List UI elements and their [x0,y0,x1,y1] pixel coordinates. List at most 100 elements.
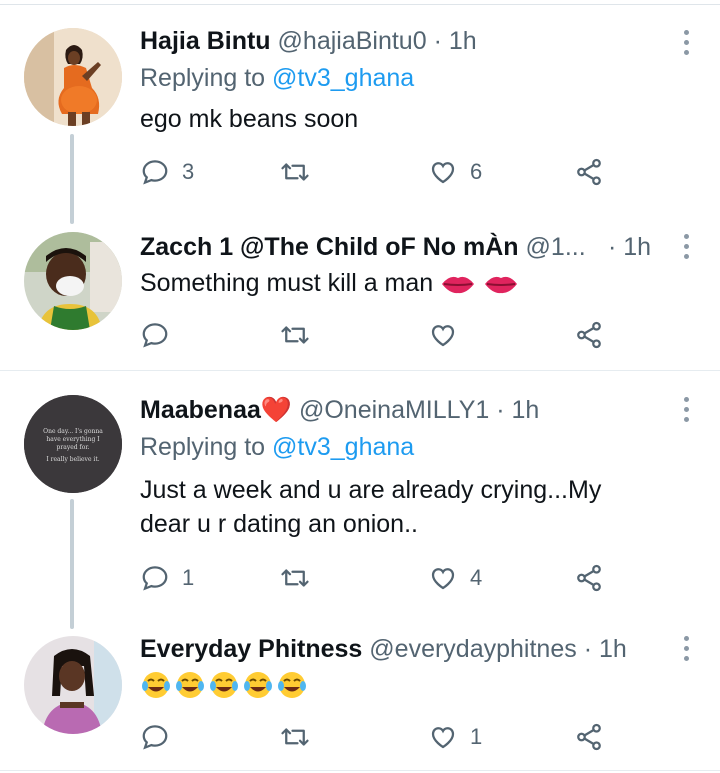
user-handle[interactable]: @hajiaBintu0 [278,27,427,55]
user-handle[interactable]: @OneinaMILLY1 [299,396,489,424]
heart-icon [431,162,455,184]
avatar[interactable] [24,28,122,126]
tweet-zacch[interactable]: Zacch 1 @The Child oF No mÀn @1... · 1h … [0,220,720,370]
lips-emoji [485,277,518,294]
share-button[interactable] [574,561,604,595]
more-options-icon[interactable] [682,397,690,422]
replying-to-label: Replying to [140,64,273,92]
timestamp[interactable]: 1h [599,635,627,663]
share-icon [577,564,601,592]
like-count: 1 [470,724,483,749]
tweet-header: Zacch 1 @The Child oF No mÀn @1... [140,232,586,262]
tweet-actions: 1 [140,720,620,754]
timestamp[interactable]: 1h [623,233,651,261]
user-handle[interactable]: @1... [526,233,586,261]
reply-button[interactable]: 1 [140,561,194,595]
reply-button[interactable] [140,720,182,754]
like-button[interactable]: 1 [428,720,482,754]
avatar[interactable] [24,636,122,734]
reply-icon [142,566,168,591]
share-button[interactable] [574,720,604,754]
display-name[interactable]: Everyday Phitness [140,635,362,663]
replying-to-label: Replying to [140,433,273,461]
heart-emoji: ❤️ [260,396,293,424]
separator-dot: · [496,396,505,424]
share-icon [577,158,601,186]
avatar[interactable] [24,232,122,330]
reply-button[interactable]: 3 [140,155,194,189]
heart-icon [431,325,455,347]
tweet-text: Something must kill a man [140,266,660,300]
separator-dot: · [433,27,442,55]
user-handle[interactable]: @everydayphitnes [369,635,576,663]
like-button[interactable]: 6 [428,155,482,189]
replying-to-link[interactable]: @tv3_ghana [272,433,414,461]
tweet-actions [140,318,620,352]
reply-icon [142,725,168,750]
retweet-button[interactable] [280,318,322,352]
tweet-text: Just a week and u are already crying...M… [140,473,660,541]
retweet-button[interactable] [280,155,322,189]
tweet-text [140,668,660,702]
retweet-icon [281,326,309,344]
tears-of-joy-emoji [244,672,272,698]
avatar[interactable]: One day... I's gonna have everything I p… [24,395,122,493]
tweet-text-content: Something must kill a man [140,269,434,297]
replying-to-link[interactable]: @tv3_ghana [272,64,414,92]
display-name[interactable]: Maabenaa [140,396,261,424]
reply-count: 3 [182,159,195,184]
tweet-maabenaa[interactable]: One day... I's gonna have everything I p… [0,371,720,629]
tweet-time: · 1h [608,232,651,262]
tweet-text: ego mk beans soon [140,105,359,133]
tweet-text-line: dear u r dating an onion.. [140,510,418,538]
tears-of-joy-emoji [210,672,238,698]
tears-of-joy-emoji [278,672,306,698]
retweet-icon [281,728,309,746]
avatar-quote-line: One day... I's gonna [43,428,103,435]
thread-line [70,134,74,224]
bottom-divider [0,770,720,771]
tears-of-joy-emoji [176,672,204,698]
retweet-icon [281,569,309,587]
separator-dot: · [608,233,617,261]
like-button[interactable] [428,318,470,352]
more-options-icon[interactable] [682,30,690,55]
timestamp[interactable]: 1h [512,396,540,424]
retweet-icon [281,163,309,181]
replying-to: Replying to @tv3_ghana [140,432,414,462]
replying-to: Replying to @tv3_ghana [140,63,414,93]
share-icon [577,321,601,349]
tweet-actions: 3 6 [140,155,620,189]
thread-line [70,499,74,629]
timestamp[interactable]: 1h [449,27,477,55]
reply-count: 1 [182,565,195,590]
display-name[interactable]: Zacch 1 @The Child oF No mÀn [140,233,519,261]
more-options-icon[interactable] [682,636,690,661]
reply-icon [142,160,168,185]
lips-emoji [442,277,475,294]
retweet-button[interactable] [280,561,322,595]
like-button[interactable]: 4 [428,561,482,595]
tweet-header: Everyday Phitness @everydayphitnes · 1h [140,634,627,664]
tweet-text-line: Just a week and u are already crying...M… [140,476,602,504]
tweet-header: Maabenaa❤️ @OneinaMILLY1 · 1h [140,395,539,425]
tweet-everyday-phitness[interactable]: Everyday Phitness @everydayphitnes · 1h … [0,626,720,773]
reply-button[interactable] [140,318,182,352]
tweet-hajia-bintu[interactable]: Hajia Bintu @hajiaBintu0 · 1h Replying t… [0,0,720,224]
heart-icon [431,568,455,590]
share-button[interactable] [574,318,604,352]
avatar-quote-line: I really believe it. [46,456,99,463]
like-count: 4 [470,565,483,590]
heart-icon [431,727,455,749]
retweet-button[interactable] [280,720,322,754]
avatar-quote-line: prayed for. [57,444,90,451]
tweet-actions: 1 4 [140,561,620,595]
display-name[interactable]: Hajia Bintu [140,27,271,55]
more-options-icon[interactable] [682,234,690,259]
avatar-quote-line: have everything I [46,436,100,443]
like-count: 6 [470,159,483,184]
share-button[interactable] [574,155,604,189]
tweet-header: Hajia Bintu @hajiaBintu0 · 1h [140,26,477,56]
share-icon [577,723,601,751]
separator-dot: · [583,635,593,663]
